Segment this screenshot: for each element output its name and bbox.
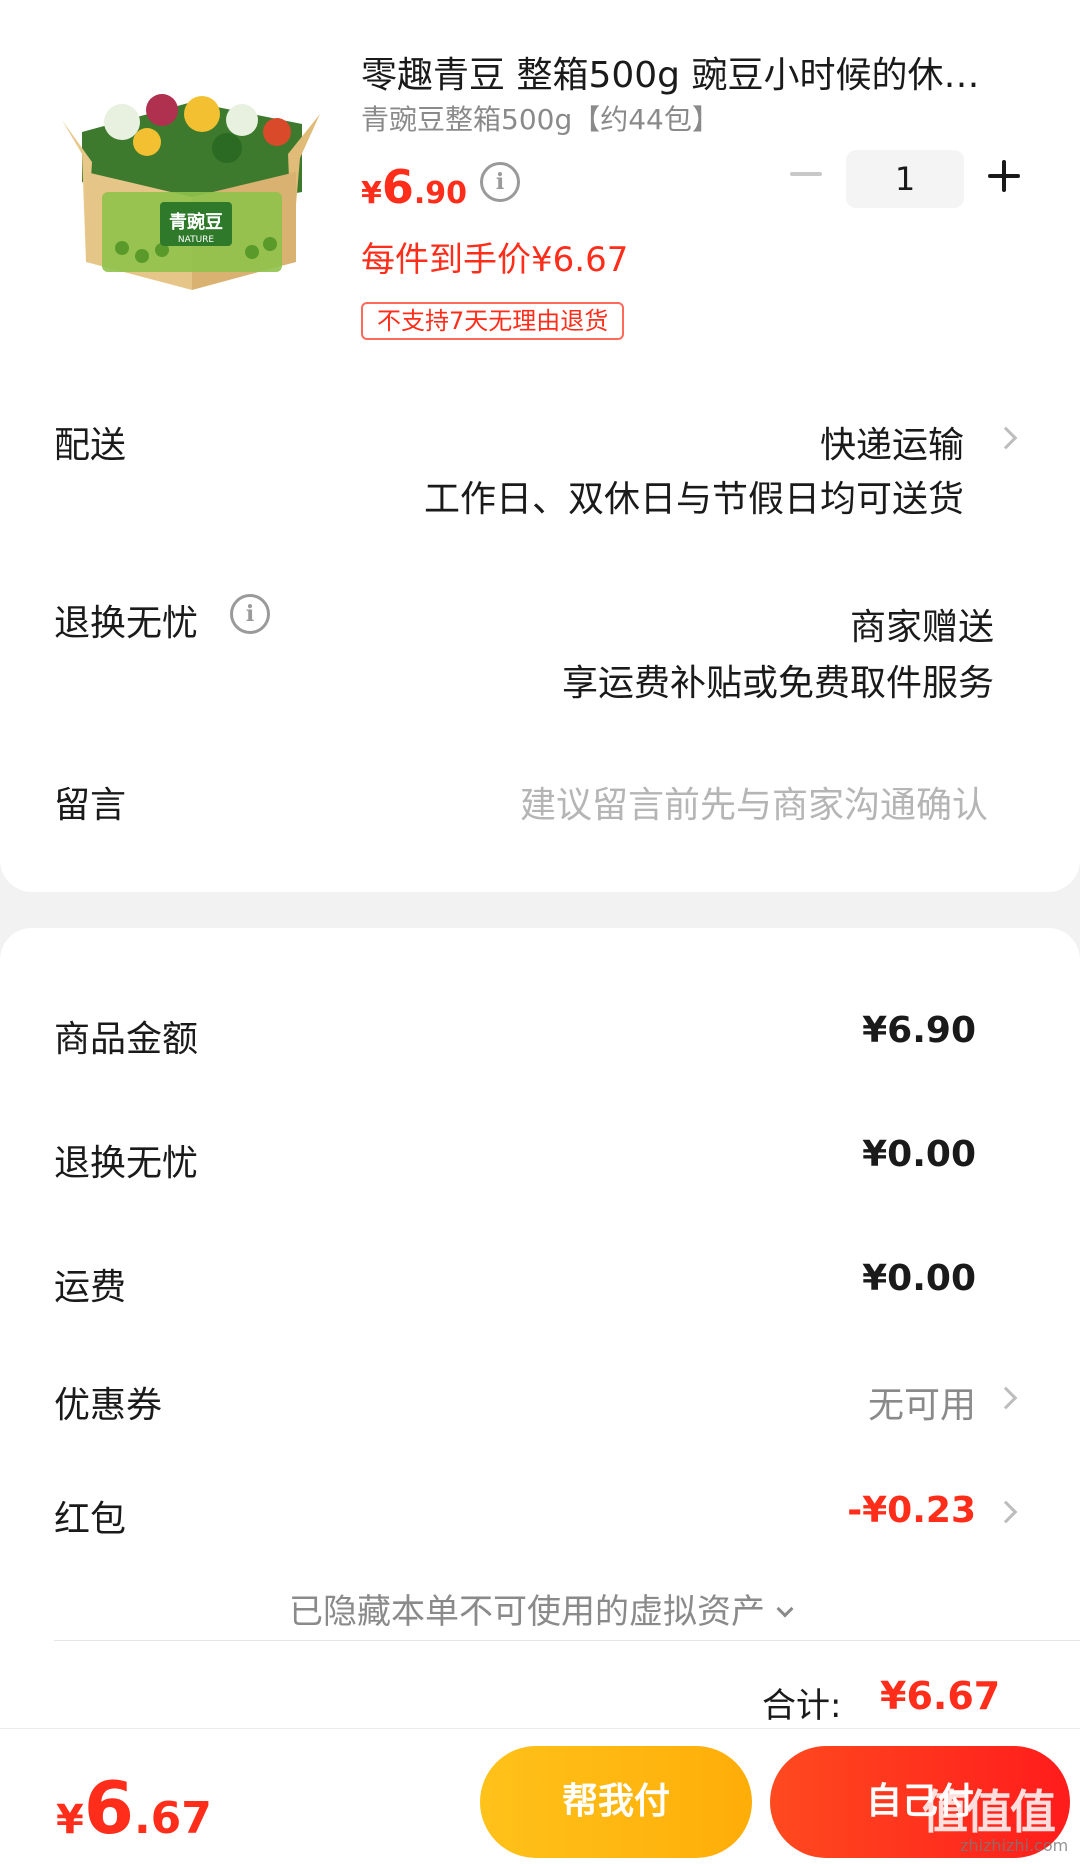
red-packet-label: 红包: [54, 1499, 127, 1540]
quantity-plus-button[interactable]: [988, 160, 1020, 192]
delivery-label: 配送: [54, 425, 127, 466]
product-title[interactable]: 零趣青豆 整箱500g 豌豆小时候的休…: [361, 46, 1029, 98]
checkout-price-integer: 6: [83, 1766, 134, 1850]
hidden-assets-text: 已隐藏本单不可使用的虚拟资产: [289, 1592, 765, 1632]
price-integer: 6: [381, 160, 414, 214]
product-price: ¥6.90: [361, 160, 467, 214]
product-spec[interactable]: 青豌豆整箱500g【约44包】: [361, 98, 720, 138]
price-currency: ¥: [361, 176, 382, 211]
delivery-method[interactable]: 快递运输: [820, 416, 964, 468]
return-service-value: 商家赠送: [849, 607, 994, 648]
return-fee-value: ¥0.00: [862, 1134, 976, 1175]
checkout-currency: ¥: [56, 1797, 84, 1843]
final-price-per-item: 每件到手价¥6.67: [361, 240, 629, 280]
quantity-minus-button[interactable]: [790, 172, 822, 176]
total-label: 合计:: [762, 1686, 842, 1726]
hidden-assets-toggle[interactable]: 已隐藏本单不可使用的虚拟资产: [0, 1584, 1080, 1633]
watermark-logo: 值值值: [922, 1785, 1056, 1839]
total-value: ¥6.67: [880, 1674, 1001, 1718]
price-info-icon[interactable]: i: [480, 162, 520, 202]
watermark-url: zhizhizhi.com: [960, 1836, 1069, 1855]
checkout-price: ¥6.67: [56, 1766, 212, 1850]
delivery-note: 工作日、双休日与节假日均可送货: [423, 479, 964, 520]
price-decimal: .90: [413, 176, 468, 211]
shipping-value: ¥0.00: [862, 1258, 976, 1299]
return-fee-label: 退换无忧: [54, 1143, 199, 1184]
return-service-label: 退换无忧: [54, 603, 199, 644]
product-image-brand-text: 青豌豆: [169, 211, 223, 233]
coupon-label: 优惠券: [54, 1385, 163, 1426]
checkout-price-decimal: .67: [133, 1793, 212, 1844]
message-input[interactable]: 建议留言前先与商家沟通确认: [520, 776, 988, 828]
product-image-sub-text: NATURE: [178, 235, 215, 245]
divider: [54, 1640, 1080, 1641]
goods-amount-value: ¥6.90: [862, 1010, 976, 1051]
quantity-input[interactable]: 1: [846, 150, 964, 208]
coupon-value[interactable]: 无可用: [868, 1376, 976, 1428]
red-packet-value[interactable]: -¥0.23: [847, 1490, 976, 1531]
goods-amount-label: 商品金额: [54, 1019, 199, 1060]
product-image[interactable]: 青豌豆 NATURE: [52, 62, 330, 290]
no-return-tag: 不支持7天无理由退货: [361, 302, 625, 340]
message-label: 留言: [54, 785, 127, 826]
help-me-pay-button[interactable]: 帮我付: [480, 1746, 752, 1858]
shipping-label: 运费: [54, 1267, 127, 1308]
return-service-info-icon[interactable]: i: [230, 594, 270, 634]
chevron-down-icon: [776, 1600, 794, 1618]
return-service-note: 享运费补贴或免费取件服务: [561, 663, 994, 704]
